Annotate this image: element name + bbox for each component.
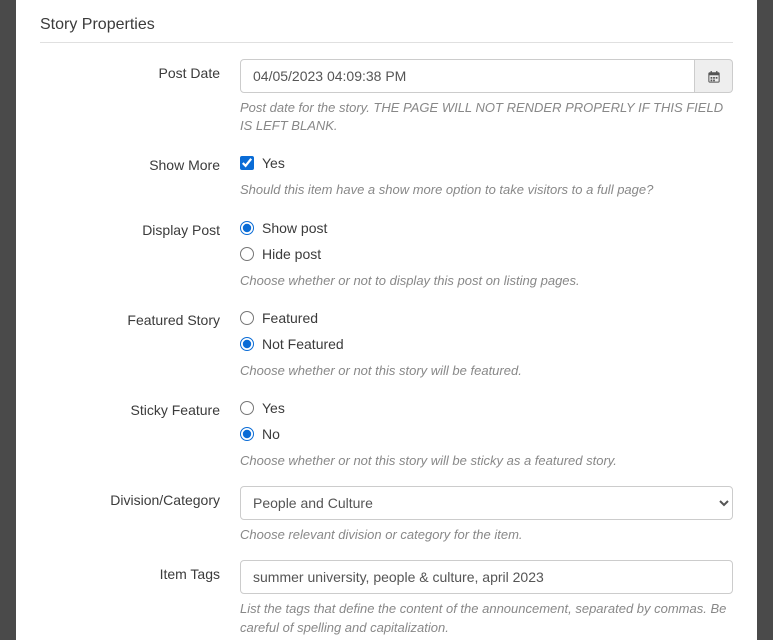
sticky-feature-row: Sticky Feature Yes No Choose whether or … — [40, 396, 733, 470]
item-tags-help: List the tags that define the content of… — [240, 600, 733, 636]
date-picker-button[interactable] — [695, 59, 733, 93]
sticky-feature-label: Sticky Feature — [40, 396, 240, 470]
post-date-row: Post Date — [40, 59, 733, 135]
display-post-row: Display Post Show post Hide post Choose … — [40, 216, 733, 290]
sticky-no-label[interactable]: No — [262, 426, 280, 442]
division-label: Division/Category — [40, 486, 240, 544]
calendar-icon — [708, 70, 720, 82]
show-more-checkbox[interactable] — [240, 156, 254, 170]
item-tags-row: Item Tags List the tags that define the … — [40, 560, 733, 636]
featured-story-row: Featured Story Featured Not Featured Cho… — [40, 306, 733, 380]
show-more-row: Show More Yes Should this item have a sh… — [40, 151, 733, 199]
sticky-yes-radio[interactable] — [240, 401, 254, 415]
display-post-hide-label[interactable]: Hide post — [262, 246, 321, 262]
post-date-label: Post Date — [40, 59, 240, 135]
featured-help: Choose whether or not this story will be… — [240, 362, 733, 380]
display-post-show-label[interactable]: Show post — [262, 220, 327, 236]
post-date-help: Post date for the story. THE PAGE WILL N… — [240, 99, 733, 135]
story-properties-panel: Story Properties Post Date — [16, 0, 757, 640]
featured-story-label: Featured Story — [40, 306, 240, 380]
item-tags-input[interactable] — [240, 560, 733, 594]
division-help: Choose relevant division or category for… — [240, 526, 733, 544]
division-row: Division/Category People and Culture Cho… — [40, 486, 733, 544]
division-select[interactable]: People and Culture — [240, 486, 733, 520]
not-featured-radio[interactable] — [240, 337, 254, 351]
display-post-help: Choose whether or not to display this po… — [240, 272, 733, 290]
post-date-input[interactable] — [240, 59, 695, 93]
not-featured-label[interactable]: Not Featured — [262, 336, 344, 352]
show-more-help: Should this item have a show more option… — [240, 181, 733, 199]
sticky-help: Choose whether or not this story will be… — [240, 452, 733, 470]
display-post-label: Display Post — [40, 216, 240, 290]
sticky-yes-label[interactable]: Yes — [262, 400, 285, 416]
display-post-show-radio[interactable] — [240, 221, 254, 235]
section-title: Story Properties — [40, 0, 733, 43]
featured-radio[interactable] — [240, 311, 254, 325]
item-tags-label: Item Tags — [40, 560, 240, 636]
show-more-label: Show More — [40, 151, 240, 199]
show-more-option-label[interactable]: Yes — [262, 155, 285, 171]
featured-label[interactable]: Featured — [262, 310, 318, 326]
sticky-no-radio[interactable] — [240, 427, 254, 441]
display-post-hide-radio[interactable] — [240, 247, 254, 261]
